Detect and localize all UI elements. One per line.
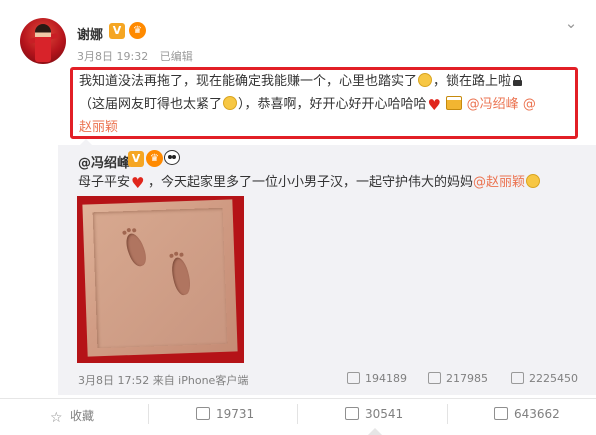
repost-footer-reposts-count: 194189 bbox=[365, 372, 407, 385]
repost-icon bbox=[347, 372, 360, 384]
post-text-line2a: （这届网友盯得也太紧了 bbox=[79, 97, 223, 112]
post-date[interactable]: 3月8日 19:32 bbox=[77, 50, 148, 63]
repost-crown-icon: ♛ bbox=[146, 150, 163, 167]
beer-emoji bbox=[445, 96, 462, 110]
footprint-plate-inner bbox=[92, 207, 228, 349]
repost-footer-comments[interactable]: 217985 bbox=[428, 372, 488, 385]
post-meta: 3月8日 19:32 已编辑 bbox=[77, 48, 201, 64]
mention-at[interactable]: @ bbox=[523, 97, 536, 112]
repost-mention-zhao[interactable]: @赵丽颖 bbox=[473, 175, 525, 190]
action-bar-divider bbox=[0, 398, 596, 399]
comment-button[interactable]: 30541 bbox=[345, 407, 403, 421]
straight-face-emoji bbox=[223, 96, 238, 110]
like-icon bbox=[511, 372, 524, 384]
verified-v-icon: V bbox=[109, 23, 125, 39]
mention-zhao[interactable]: 赵丽颖 bbox=[79, 120, 118, 135]
repost-action-icon bbox=[196, 407, 210, 420]
comment-action-icon bbox=[345, 407, 359, 420]
favorite-label: 收藏 bbox=[70, 409, 95, 423]
like-count: 643662 bbox=[514, 407, 560, 421]
repost-button[interactable]: 19731 bbox=[196, 407, 254, 421]
comment-count: 30541 bbox=[365, 407, 404, 421]
chevron-down-icon[interactable]: ⌄ bbox=[560, 13, 582, 33]
post-edited: 已编辑 bbox=[159, 50, 193, 63]
star-icon: ☆ bbox=[50, 410, 63, 426]
repost-text-b: ，今天起家里多了一位小小男子汉，一起守护伟大的妈妈 bbox=[148, 175, 474, 190]
post-text: 我知道没法再拖了，现在能确定我能赚一个，心里也踏实了 ，锁在路上啦 （这届网友盯得… bbox=[79, 70, 574, 139]
panda-icon bbox=[164, 150, 180, 165]
repost-count: 19731 bbox=[216, 407, 255, 421]
heart-emoji: ♥ bbox=[427, 96, 441, 114]
active-tab-indicator bbox=[368, 428, 382, 435]
action-separator bbox=[148, 404, 149, 424]
repost-heart-emoji: ♥ bbox=[131, 174, 145, 192]
repost-verified-v-icon: V bbox=[128, 151, 144, 167]
post-text-line2b: ），恭喜啊，好开心好开心哈哈哈 bbox=[238, 97, 427, 112]
footprint-right bbox=[169, 251, 193, 297]
repost-text-a: 母子平安 bbox=[78, 175, 131, 190]
repost-footer-date[interactable]: 3月8日 17:52 来自 iPhone客户端 bbox=[78, 372, 248, 388]
footprint-photo[interactable] bbox=[77, 196, 244, 363]
avatar-figure bbox=[35, 24, 51, 62]
avatar[interactable] bbox=[20, 18, 66, 64]
tongue-emoji bbox=[526, 174, 541, 188]
repost-username[interactable]: @冯绍峰 bbox=[78, 152, 130, 171]
comment-icon bbox=[428, 372, 441, 384]
footprint-left bbox=[121, 227, 150, 269]
repost-footer-likes-count: 2225450 bbox=[529, 372, 578, 385]
post-username[interactable]: 谢娜 bbox=[77, 24, 103, 43]
post-text-line1a: 我知道没法再拖了，现在能确定我能赚一个，心里也踏实了 bbox=[79, 74, 418, 89]
lock-icon bbox=[513, 75, 523, 86]
action-separator bbox=[447, 404, 448, 424]
mention-feng[interactable]: @冯绍峰 bbox=[467, 97, 519, 112]
post-text-line1b: ，锁在路上啦 bbox=[433, 74, 512, 89]
smile-emoji bbox=[418, 73, 433, 87]
repost-footer-likes[interactable]: 2225450 bbox=[511, 372, 578, 385]
like-action-icon bbox=[494, 407, 508, 420]
favorite-button[interactable]: ☆ 收藏 bbox=[50, 407, 94, 425]
crown-icon: ♛ bbox=[129, 22, 146, 39]
repost-footer-reposts[interactable]: 194189 bbox=[347, 372, 407, 385]
repost-footer-comments-count: 217985 bbox=[446, 372, 488, 385]
like-button[interactable]: 643662 bbox=[494, 407, 560, 421]
footprint-plate bbox=[82, 199, 238, 357]
action-separator bbox=[297, 404, 298, 424]
repost-text: 母子平安♥ ，今天起家里多了一位小小男子汉，一起守护伟大的妈妈@赵丽颖 bbox=[78, 171, 541, 192]
